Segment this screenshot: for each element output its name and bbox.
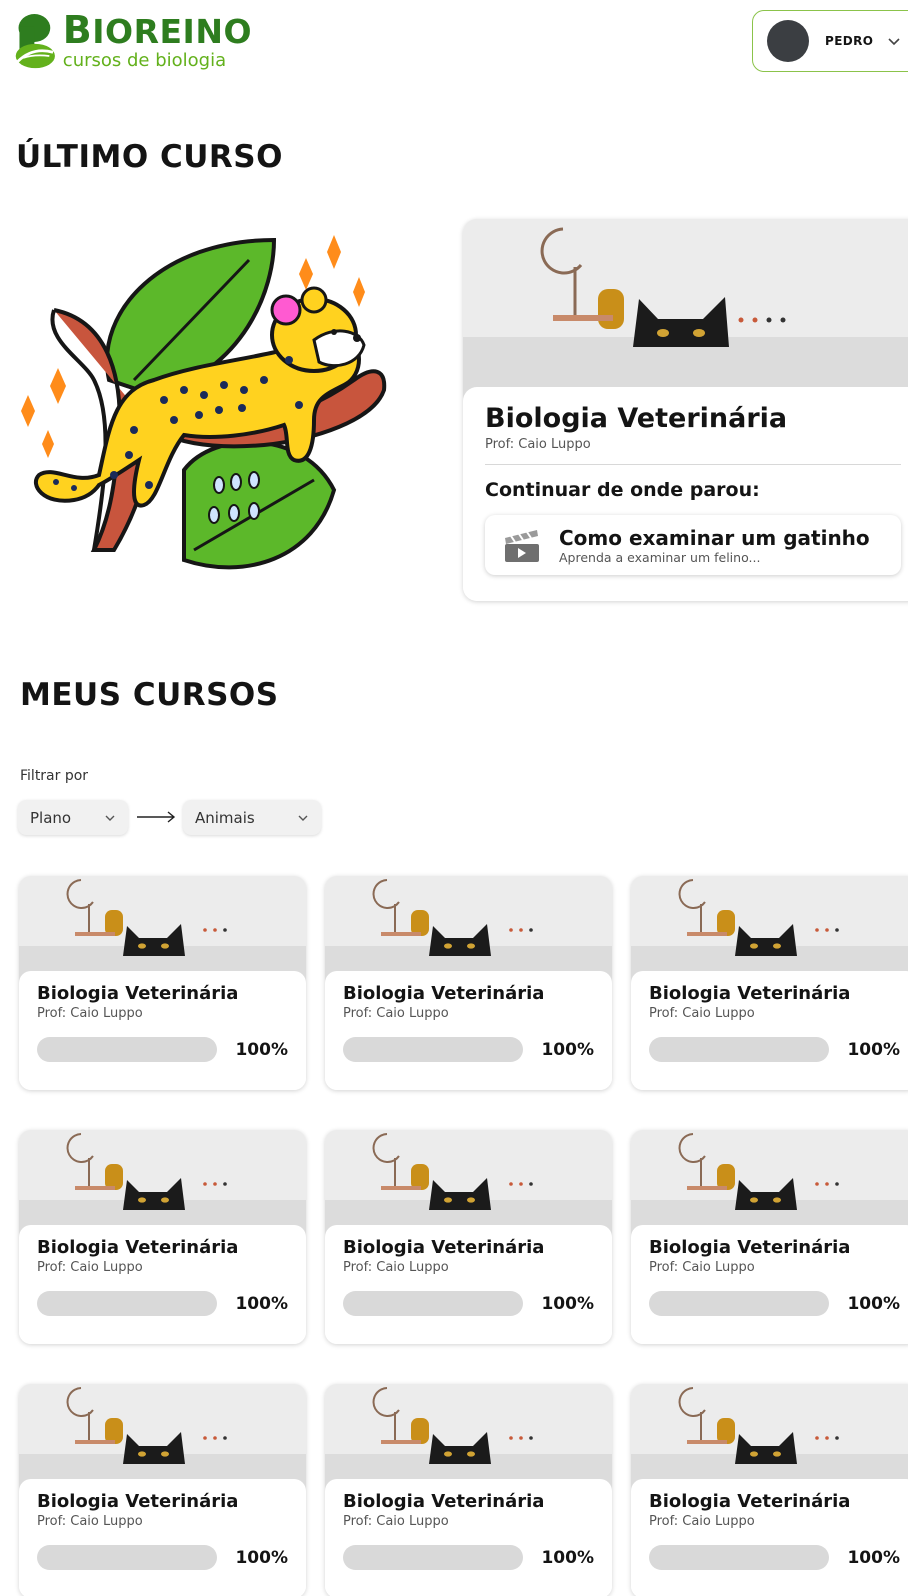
course-progress: 100% <box>649 1291 900 1316</box>
course-title: Biologia Veterinária <box>343 983 545 1004</box>
course-card[interactable]: Biologia Veterinária Prof: Caio Luppo 10… <box>325 876 612 1090</box>
last-course-professor: Prof: Caio Luppo <box>485 437 591 452</box>
course-progress: 100% <box>37 1291 288 1316</box>
progress-bar <box>649 1037 830 1062</box>
bioreino-leaf-logo-icon <box>15 14 55 69</box>
brand-name: BIOREINO <box>62 8 252 52</box>
progress-bar-fill <box>37 1037 218 1062</box>
course-card[interactable]: Biologia Veterinária Prof: Caio Luppo 10… <box>19 1130 306 1344</box>
course-progress: 100% <box>343 1545 594 1570</box>
course-progress: 100% <box>343 1037 594 1062</box>
filter-plan-value: Plano <box>30 808 72 827</box>
progress-percent: 100% <box>235 1039 288 1060</box>
progress-percent: 100% <box>847 1293 900 1314</box>
course-card[interactable]: Biologia Veterinária Prof: Caio Luppo 10… <box>325 1384 612 1596</box>
continue-lesson-button[interactable]: Como examinar um gatinho Aprenda a exami… <box>485 515 901 575</box>
progress-bar <box>649 1545 830 1570</box>
course-title: Biologia Veterinária <box>343 1491 545 1512</box>
course-professor: Prof: Caio Luppo <box>649 1514 755 1529</box>
course-progress: 100% <box>37 1545 288 1570</box>
course-professor: Prof: Caio Luppo <box>649 1260 755 1275</box>
course-progress: 100% <box>649 1545 900 1570</box>
progress-bar-fill <box>649 1291 830 1316</box>
progress-bar-fill <box>649 1545 830 1570</box>
course-card[interactable]: Biologia Veterinária Prof: Caio Luppo 10… <box>325 1130 612 1344</box>
course-card[interactable]: Biologia Veterinária Prof: Caio Luppo 10… <box>19 876 306 1090</box>
course-progress: 100% <box>649 1037 900 1062</box>
progress-percent: 100% <box>235 1547 288 1568</box>
section-heading-my-courses: MEUS CURSOS <box>20 677 279 713</box>
course-progress: 100% <box>37 1037 288 1062</box>
jaguar-illustration <box>21 235 387 570</box>
lesson-title: Como examinar um gatinho <box>559 525 870 550</box>
course-card[interactable]: Biologia Veterinária Prof: Caio Luppo 10… <box>631 1130 908 1344</box>
section-heading-last-course: ÚLTIMO CURSO <box>16 139 283 175</box>
course-title: Biologia Veterinária <box>649 1491 851 1512</box>
progress-percent: 100% <box>847 1039 900 1060</box>
filter-category-value: Animais <box>195 808 255 827</box>
user-menu-button[interactable]: PEDRO <box>752 10 908 72</box>
progress-bar <box>649 1291 830 1316</box>
progress-bar <box>37 1037 218 1062</box>
course-professor: Prof: Caio Luppo <box>343 1260 449 1275</box>
course-card[interactable]: Biologia Veterinária Prof: Caio Luppo 10… <box>19 1384 306 1596</box>
progress-bar-fill <box>37 1545 218 1570</box>
user-name: PEDRO <box>825 34 874 48</box>
progress-bar-fill <box>343 1037 524 1062</box>
avatar <box>767 20 809 62</box>
brand-logo[interactable]: BIOREINO cursos de biologia <box>12 10 252 74</box>
filter-category-select[interactable]: Animais <box>183 800 321 835</box>
course-title: Biologia Veterinária <box>343 1237 545 1258</box>
course-professor: Prof: Caio Luppo <box>37 1006 143 1021</box>
continue-label: Continuar de onde parou: <box>485 479 760 501</box>
clapperboard-icon <box>505 530 539 562</box>
course-card[interactable]: Biologia Veterinária Prof: Caio Luppo 10… <box>631 1384 908 1596</box>
course-title: Biologia Veterinária <box>37 983 239 1004</box>
progress-bar <box>37 1545 218 1570</box>
chevron-down-icon <box>298 815 308 821</box>
chevron-down-icon <box>105 815 115 821</box>
progress-percent: 100% <box>235 1293 288 1314</box>
course-progress: 100% <box>343 1291 594 1316</box>
course-professor: Prof: Caio Luppo <box>37 1260 143 1275</box>
course-professor: Prof: Caio Luppo <box>649 1006 755 1021</box>
progress-percent: 100% <box>541 1039 594 1060</box>
progress-bar-fill <box>343 1545 524 1570</box>
divider <box>485 464 901 465</box>
course-cover-image <box>463 219 908 409</box>
filter-plan-select[interactable]: Plano <box>18 800 128 835</box>
filter-label: Filtrar por <box>20 768 89 784</box>
last-course-card[interactable]: Biologia Veterinária Prof: Caio Luppo Co… <box>463 219 908 601</box>
course-title: Biologia Veterinária <box>37 1491 239 1512</box>
course-title: Biologia Veterinária <box>649 983 851 1004</box>
brand-tagline: cursos de biologia <box>62 50 227 71</box>
progress-bar-fill <box>37 1291 218 1316</box>
progress-bar <box>343 1291 524 1316</box>
chevron-down-icon <box>888 38 900 46</box>
progress-bar <box>343 1545 524 1570</box>
course-card[interactable]: Biologia Veterinária Prof: Caio Luppo 10… <box>631 876 908 1090</box>
course-professor: Prof: Caio Luppo <box>343 1006 449 1021</box>
course-title: Biologia Veterinária <box>649 1237 851 1258</box>
progress-bar <box>343 1037 524 1062</box>
progress-percent: 100% <box>541 1293 594 1314</box>
course-professor: Prof: Caio Luppo <box>343 1514 449 1529</box>
course-professor: Prof: Caio Luppo <box>37 1514 143 1529</box>
progress-percent: 100% <box>541 1547 594 1568</box>
progress-bar <box>37 1291 218 1316</box>
course-title: Biologia Veterinária <box>37 1237 239 1258</box>
lesson-subtitle: Aprenda a examinar um felino... <box>559 549 761 565</box>
last-course-title: Biologia Veterinária <box>485 403 788 434</box>
progress-percent: 100% <box>847 1547 900 1568</box>
progress-bar-fill <box>649 1037 830 1062</box>
progress-bar-fill <box>343 1291 524 1316</box>
arrow-right-icon <box>137 811 176 823</box>
